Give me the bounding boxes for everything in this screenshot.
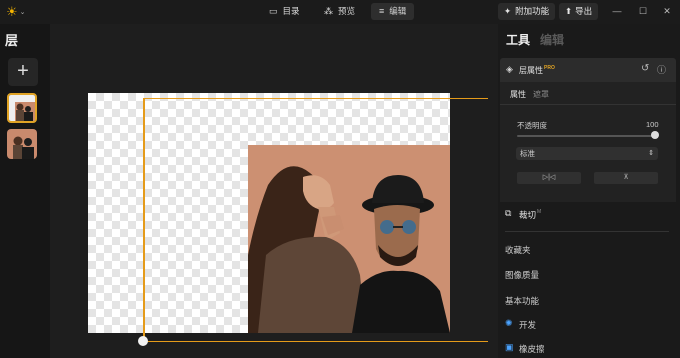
magic-wand-icon: ⁂ <box>324 6 333 16</box>
crop-guide-bottom <box>143 341 488 342</box>
layer-thumbnail-image <box>7 129 37 159</box>
maximize-button[interactable]: ☐ <box>636 4 650 18</box>
crop-guide-top <box>143 98 488 99</box>
blend-mode-value: 标准 <box>520 149 535 158</box>
layer-thumbnail-2[interactable] <box>7 129 37 159</box>
opacity-slider[interactable] <box>517 135 655 137</box>
crop-icon: ⧉ <box>505 208 512 218</box>
add-layer-button[interactable]: + <box>8 58 38 86</box>
layer-thumbnail-1[interactable] <box>7 93 37 123</box>
blend-mode-select[interactable]: 标准 ⇕ <box>516 147 658 160</box>
layer-properties-body <box>500 82 676 202</box>
eraser-icon: ▣ <box>505 342 514 352</box>
couple-photo <box>248 145 450 333</box>
pro-badge: PRO <box>544 65 555 71</box>
select-arrow-icon: ⇕ <box>648 150 654 157</box>
crop-guide-left[interactable] <box>143 99 145 341</box>
flip-horizontal-button[interactable]: ▷|◁ <box>517 172 581 184</box>
layer-photo[interactable] <box>248 145 450 333</box>
chevron-down-icon: ⌄ <box>19 8 26 16</box>
close-button[interactable]: ✕ <box>660 4 674 18</box>
transform-handle[interactable] <box>138 336 148 346</box>
nav-catalog-label: 目录 <box>282 6 300 16</box>
layers-icon: ◈ <box>506 64 513 74</box>
opacity-value: 100 <box>646 120 659 129</box>
subtab-properties[interactable]: 属性 <box>510 89 526 100</box>
opacity-label: 不透明度 <box>517 121 547 130</box>
export-label: 导出 <box>575 6 593 16</box>
layers-title: 层 <box>5 33 19 48</box>
sparkle-icon: ✦ <box>504 6 512 16</box>
reset-icon[interactable]: ↺ <box>641 63 649 74</box>
tab-edit[interactable]: 编辑 <box>540 31 564 48</box>
nav-edit-button[interactable]: ≡ 编辑 <box>371 3 415 20</box>
crop-tool[interactable]: 裁切 <box>519 209 536 221</box>
nav-preview-button[interactable]: ⁂ 预览 <box>316 3 363 20</box>
opacity-slider-knob[interactable] <box>651 131 659 139</box>
layer-thumbnail-image <box>9 95 35 121</box>
develop-item[interactable]: 开发 <box>519 319 536 331</box>
sun-logo-icon: ☀ <box>6 4 18 19</box>
minimize-button[interactable]: — <box>610 4 624 18</box>
app-menu-button[interactable]: ☀ ⌄ <box>6 4 28 20</box>
flip-vertical-button[interactable]: ⊼ <box>594 172 658 184</box>
nav-preview-label: 预览 <box>338 6 356 16</box>
divider <box>500 104 676 105</box>
favorites-item[interactable]: 收藏夹 <box>505 244 531 256</box>
upload-icon: ⬆ <box>565 6 573 16</box>
tab-tools[interactable]: 工具 <box>506 31 530 48</box>
eraser-item[interactable]: 橡皮擦 <box>519 343 545 355</box>
addons-label: 附加功能 <box>515 6 550 16</box>
addons-button[interactable]: ✦ 附加功能 <box>498 3 556 20</box>
develop-sun-icon: ✺ <box>505 318 513 328</box>
folder-icon: ▭ <box>269 6 278 16</box>
nav-catalog-button[interactable]: ▭ 目录 <box>261 3 308 20</box>
layer-properties-title: 层属性 <box>519 66 543 75</box>
export-button[interactable]: ⬆ 导出 <box>559 3 599 20</box>
divider <box>505 231 669 232</box>
nav-edit-label: 编辑 <box>389 6 407 16</box>
crop-shortcut-badge: M <box>537 209 542 215</box>
sliders-icon: ≡ <box>379 6 385 16</box>
image-quality-item[interactable]: 图像质量 <box>505 269 539 281</box>
basic-functions-item[interactable]: 基本功能 <box>505 295 539 307</box>
info-icon[interactable]: ⓘ <box>657 63 666 76</box>
subtab-mask[interactable]: 遮罩 <box>533 89 549 100</box>
